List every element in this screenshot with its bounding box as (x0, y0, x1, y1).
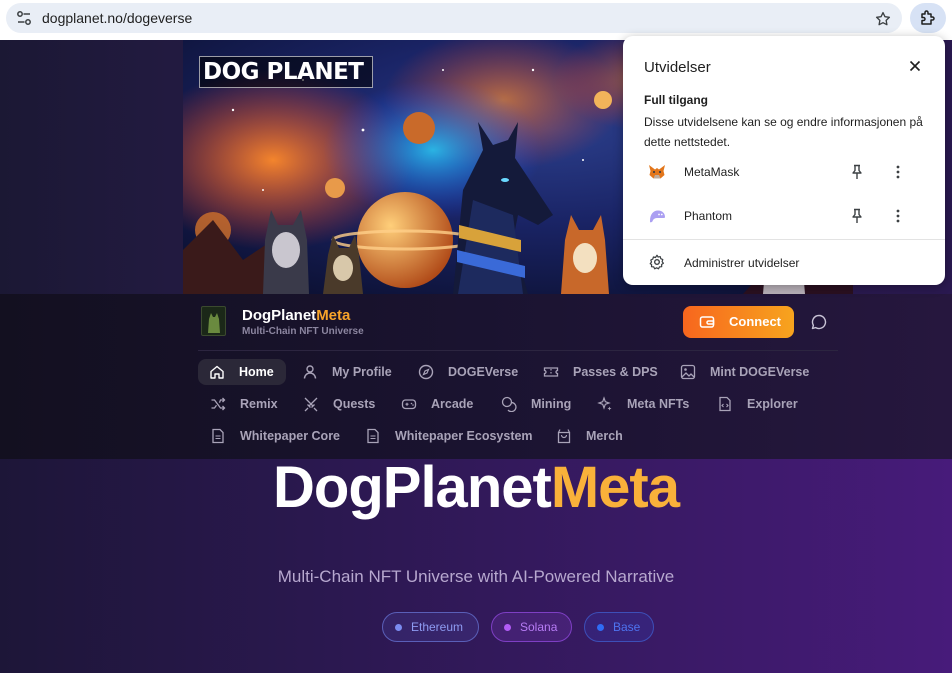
full-access-heading: Full tilgang (644, 93, 708, 107)
nav-explorer-label: Explorer (747, 397, 798, 411)
image-icon (680, 364, 696, 380)
chain-chip-label: Solana (520, 620, 558, 634)
connect-wallet-button[interactable]: Connect (683, 306, 794, 338)
nav-whitepaper-ecosystem-label: Whitepaper Ecosystem (395, 429, 533, 443)
nav-quests[interactable]: Quests (303, 391, 375, 417)
nav-arcade-label: Arcade (431, 397, 474, 411)
brand-subtitle: Multi-Chain NFT Universe (242, 326, 364, 337)
nav-arcade[interactable]: Arcade (401, 391, 473, 417)
extensions-button[interactable] (910, 3, 946, 33)
nav-home-label: Home (239, 365, 274, 379)
compass-icon (418, 364, 434, 380)
popup-divider (623, 239, 945, 240)
nav-merch[interactable]: Merch (556, 423, 623, 449)
more-options-icon[interactable] (896, 208, 900, 224)
chain-chip-solana[interactable]: Solana (491, 612, 572, 642)
document-icon (212, 428, 224, 444)
document-icon (367, 428, 379, 444)
hero-title: DogPlanetMeta (0, 454, 952, 521)
code-file-icon (719, 396, 731, 412)
nav-home[interactable]: Home (198, 359, 286, 385)
coins-icon (501, 396, 517, 412)
nav-dogeverse-label: DOGEVerse (448, 365, 519, 379)
chain-chip-label: Ethereum (411, 620, 464, 634)
nav-mining[interactable]: Mining (501, 391, 571, 417)
dog-logo-icon (208, 313, 220, 333)
manage-extensions-label: Administrer utvidelser (684, 256, 800, 270)
nav-my-profile-label: My Profile (332, 365, 392, 379)
phantom-icon (650, 210, 665, 223)
banner-logo: DOG PLANET (199, 56, 373, 88)
hero-title-accent: Meta (550, 455, 680, 520)
pin-icon[interactable] (850, 164, 864, 180)
extensions-popup: Utvidelser Full tilgang Disse utvidelsen… (623, 36, 945, 285)
extension-name: Phantom (684, 209, 733, 223)
site-settings-icon[interactable] (16, 10, 32, 26)
gamepad-icon (401, 399, 417, 410)
solana-dot-icon (504, 623, 511, 631)
swords-icon (304, 397, 318, 412)
nav-quests-label: Quests (333, 397, 376, 411)
metamask-icon (649, 165, 665, 179)
chain-chip-ethereum[interactable]: Ethereum (382, 612, 479, 642)
nav-whitepaper-core-label: Whitepaper Core (240, 429, 341, 443)
hero-subtitle: Multi-Chain NFT Universe with AI-Powered… (277, 567, 675, 586)
nav-mint-dogeverse-label: Mint DOGEVerse (710, 365, 810, 379)
base-dot-icon (597, 623, 604, 631)
user-icon (303, 365, 317, 379)
header-divider (198, 350, 838, 351)
gear-icon (649, 254, 664, 270)
chain-chip-base[interactable]: Base (584, 612, 654, 642)
site-header: DogPlanetMeta Multi-Chain NFT Universe C… (0, 294, 952, 459)
extension-row-phantom[interactable]: Phantom (623, 196, 945, 236)
shopping-bag-icon (557, 429, 571, 444)
nav-passes-dps-label: Passes & DPS (573, 365, 658, 379)
connect-label: Connect (729, 314, 781, 329)
popup-title: Utvidelser (644, 59, 711, 76)
brand-name[interactable]: DogPlanetMeta (242, 307, 350, 324)
extension-row-metamask[interactable]: MetaMask (623, 152, 945, 192)
nav-remix-label: Remix (240, 397, 278, 411)
bookmark-star-icon[interactable] (874, 10, 892, 28)
ethereum-dot-icon (395, 623, 402, 631)
home-icon (210, 365, 224, 379)
chain-chip-label: Base (613, 620, 641, 634)
address-bar[interactable]: dogplanet.no/dogeverse (6, 3, 902, 33)
full-access-description: Disse utvidelsene kan se og endre inform… (644, 115, 923, 149)
nav-remix[interactable]: Remix (210, 391, 278, 417)
more-options-icon[interactable] (896, 164, 900, 180)
chat-icon[interactable] (811, 314, 827, 330)
nav-whitepaper-core[interactable]: Whitepaper Core (210, 423, 340, 449)
nav-whitepaper-ecosystem[interactable]: Whitepaper Ecosystem (365, 423, 533, 449)
close-icon[interactable] (908, 59, 922, 73)
banner-logo-text: DOG PLANET (203, 59, 364, 85)
wallet-icon (699, 316, 715, 328)
manage-extensions-button[interactable]: Administrer utvidelser (623, 246, 945, 280)
extension-name: MetaMask (684, 165, 740, 179)
nav-meta-nfts-label: Meta NFTs (627, 397, 690, 411)
nav-mining-label: Mining (531, 397, 572, 411)
brand-name-accent: Meta (316, 307, 351, 324)
pin-icon[interactable] (850, 208, 864, 224)
ticket-icon (543, 367, 559, 377)
sparkles-icon (597, 396, 612, 411)
nav-explorer[interactable]: Explorer (717, 391, 798, 417)
brand-name-main: DogPlanet (242, 307, 317, 324)
browser-toolbar: dogplanet.no/dogeverse (0, 0, 952, 40)
nav-my-profile[interactable]: My Profile (302, 359, 392, 385)
brand-logo[interactable] (201, 306, 226, 336)
puzzle-icon (921, 10, 935, 25)
hero-title-main: DogPlanet (273, 455, 552, 520)
nav-dogeverse[interactable]: DOGEVerse (418, 359, 518, 385)
nav-mint-dogeverse[interactable]: Mint DOGEVerse (680, 359, 809, 385)
nav-merch-label: Merch (586, 429, 623, 443)
url-text[interactable]: dogplanet.no/dogeverse (42, 10, 192, 26)
nav-passes-dps[interactable]: Passes & DPS (543, 359, 658, 385)
nav-meta-nfts[interactable]: Meta NFTs (597, 391, 689, 417)
shuffle-icon (211, 397, 226, 411)
